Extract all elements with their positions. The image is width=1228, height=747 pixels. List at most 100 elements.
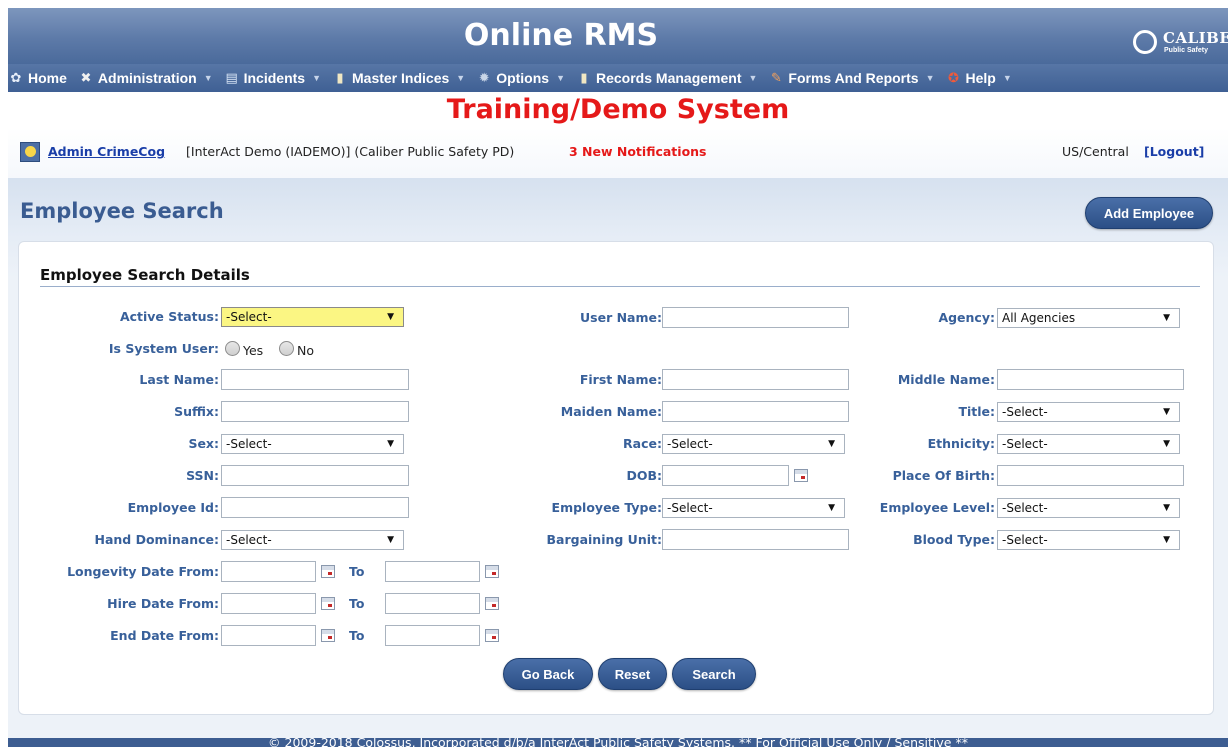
nav-label: Options [496,70,550,86]
book-icon: ▮ [336,70,344,85]
race-select[interactable]: -Select- ▼ [662,434,845,454]
select-value: -Select- [1002,501,1048,515]
ssn-label: SSN: [186,468,219,483]
suffix-label: Suffix: [174,404,219,419]
chevron-down-icon: ▼ [1163,535,1170,545]
end-date-to-input[interactable] [385,625,480,646]
select-value: -Select- [1002,437,1048,451]
timezone: US/Central [1062,144,1129,159]
dob-label: DOB: [626,468,662,483]
place-of-birth-label: Place Of Birth: [892,468,995,483]
nav-item-options[interactable]: ✹ Options ▼ [476,64,565,92]
system-user-no-radio[interactable] [279,341,294,356]
nav-item-master-indices[interactable]: ▮ Master Indices ▼ [332,64,465,92]
app-title: Online RMS [463,18,659,53]
pencil-icon: ✎ [770,70,782,85]
incidents-icon: ▤ [225,70,238,85]
is-system-user-label: Is System User: [108,341,219,356]
longevity-date-from-label: Longevity Date From: [67,564,219,579]
title-select[interactable]: -Select- ▼ [997,402,1180,422]
sex-label: Sex: [188,436,219,451]
calendar-icon[interactable] [321,629,335,642]
end-date-from-input[interactable] [221,625,316,646]
nav-item-administration[interactable]: ✖ Administration ▼ [78,64,213,92]
calendar-icon[interactable] [485,629,499,642]
nav-item-forms-and-reports[interactable]: ✎ Forms And Reports ▼ [768,64,935,92]
nav-label: Records Management [596,70,742,86]
training-banner: Training/Demo System [446,94,790,125]
select-value: -Select- [667,437,713,451]
hand-dominance-label: Hand Dominance: [94,532,220,547]
logo-name: CALIBER [1163,29,1228,47]
calendar-icon[interactable] [321,565,335,578]
calendar-icon[interactable] [321,597,335,610]
suffix-input[interactable] [221,401,409,422]
notifications-link[interactable]: 3 New Notifications [569,144,707,159]
hire-date-to-input[interactable] [385,593,480,614]
logo-subtitle: Public Safety [1164,47,1208,54]
select-value: -Select- [226,437,272,451]
footer-text: © 2009-2018 Colossus, Incorporated d/b/a… [268,738,968,747]
chevron-down-icon: ▼ [203,73,213,83]
search-button[interactable]: Search [672,658,756,690]
end-to-label: To [349,628,365,643]
chevron-down-icon: ▼ [925,73,935,83]
nav-item-help[interactable]: ✪ Help ▼ [945,64,1012,92]
hand-dominance-select[interactable]: -Select- ▼ [221,530,404,550]
select-value: All Agencies [1002,311,1076,325]
user-name-label: User Name: [580,310,662,325]
reset-button[interactable]: Reset [598,658,667,690]
longevity-date-from-input[interactable] [221,561,316,582]
longevity-date-to-input[interactable] [385,561,480,582]
title-band: Online RMS CALIBER Public Safety [8,8,1228,64]
blood-type-select[interactable]: -Select- ▼ [997,530,1180,550]
active-status-select[interactable]: -Select- ▼ [221,307,404,327]
nav-item-home[interactable]: ✿ Home [8,64,67,92]
nav-label: Forms And Reports [788,70,919,86]
maiden-name-input[interactable] [662,401,849,422]
gears-icon: ✹ [478,70,490,85]
system-user-yes-radio[interactable] [225,341,240,356]
nav-item-incidents[interactable]: ▤ Incidents ▼ [224,64,321,92]
maiden-name-label: Maiden Name: [560,404,662,419]
place-of-birth-input[interactable] [997,465,1184,486]
chevron-down-icon: ▼ [1163,407,1170,417]
nav-item-records-management[interactable]: ▮ Records Management ▼ [576,64,757,92]
go-back-button[interactable]: Go Back [503,658,593,690]
select-value: -Select- [667,501,713,515]
first-name-label: First Name: [579,372,662,387]
sun-icon [20,142,40,162]
main-nav: ✿ Home ✖ Administration ▼ ▤ Incidents ▼ … [8,64,1228,92]
race-label: Race: [623,436,662,451]
user-name-link[interactable]: Admin CrimeCog [48,144,165,159]
logout-link[interactable]: [Logout] [1144,144,1204,159]
ethnicity-select[interactable]: -Select- ▼ [997,434,1180,454]
employee-type-label: Employee Type: [551,500,662,515]
nav-label: Home [28,70,67,86]
employee-level-select[interactable]: -Select- ▼ [997,498,1180,518]
employee-id-input[interactable] [221,497,409,518]
longevity-to-label: To [349,564,365,579]
sex-select[interactable]: -Select- ▼ [221,434,404,454]
first-name-input[interactable] [662,369,849,390]
bargaining-unit-input[interactable] [662,529,849,550]
employee-type-select[interactable]: -Select- ▼ [662,498,845,518]
system-user-yes-label: Yes [243,343,264,358]
calendar-icon[interactable] [485,565,499,578]
agency-select[interactable]: All Agencies ▼ [997,308,1180,328]
dob-input[interactable] [662,465,789,486]
chevron-down-icon: ▼ [387,312,394,322]
agency-label: Agency: [938,310,995,325]
chevron-down-icon: ▼ [1163,313,1170,323]
ssn-input[interactable] [221,465,409,486]
select-value: -Select- [226,533,272,547]
hire-date-from-input[interactable] [221,593,316,614]
user-name-input[interactable] [662,307,849,328]
search-panel: Employee Search Details Active Status: -… [18,241,1214,715]
last-name-input[interactable] [221,369,409,390]
calendar-icon[interactable] [794,469,808,482]
nav-label: Incidents [243,70,306,86]
middle-name-input[interactable] [997,369,1184,390]
calendar-icon[interactable] [485,597,499,610]
add-employee-button[interactable]: Add Employee [1085,197,1213,229]
